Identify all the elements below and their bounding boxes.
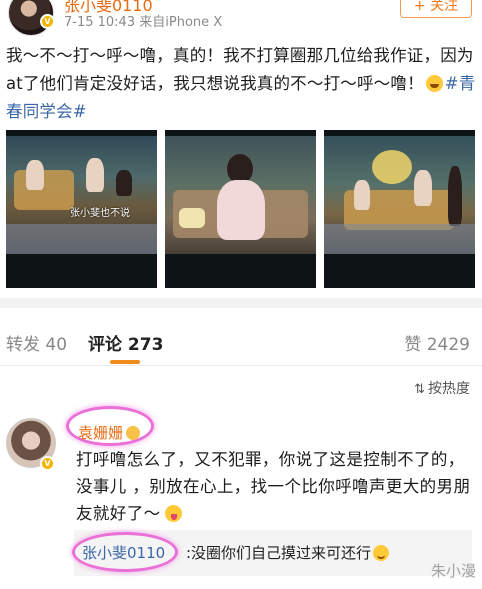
verified-badge-icon: V: [40, 14, 55, 29]
section-divider: [0, 298, 482, 308]
reply-content: :没圈你们自己摸过来可还行: [186, 544, 372, 562]
post-body: 我～不～打～呼～噜，真的！我不打算圈那几位给我作证，因为at了他们肯定没好话，我…: [6, 46, 474, 93]
sofa: [14, 170, 74, 210]
person-body: [217, 180, 265, 240]
interaction-tabs: 转发 40 评论 273 赞 2429: [0, 318, 482, 366]
watermark: 朱小漫: [430, 562, 476, 580]
post-image-2[interactable]: [165, 130, 316, 288]
post-text: 我～不～打～呼～噜，真的！我不打算圈那几位给我作证，因为at了他们肯定没好话，我…: [6, 42, 476, 126]
tab-repost[interactable]: 转发 40: [6, 330, 67, 355]
smile-emoji-icon: [373, 545, 390, 561]
active-tab-indicator: [110, 360, 140, 364]
tab-comment[interactable]: 评论 273: [88, 330, 163, 355]
post-meta: 7-15 10:43 来自iPhone X: [64, 11, 222, 30]
commenter-name[interactable]: 袁姗姗: [78, 422, 141, 443]
post-header: V 张小斐0110 7-15 10:43 来自iPhone X + 关注: [0, 0, 482, 36]
follow-button[interactable]: + 关注: [400, 0, 472, 18]
comment-body: 打呼噜怎么了，又不犯罪，你说了这是控制不了的，没事儿 ，别放在心上，找一个比你呼…: [76, 446, 472, 527]
floor: [324, 224, 475, 254]
post-time: 7-15 10:43: [64, 15, 136, 30]
person: [448, 166, 462, 226]
sort-toggle[interactable]: ⇅ 按热度: [414, 378, 470, 398]
image-strip: 张小斐也不说: [6, 130, 476, 288]
person: [86, 158, 104, 192]
grin-emoji-icon: [425, 75, 443, 92]
post-source: 来自iPhone X: [139, 15, 223, 30]
post-image-1[interactable]: 张小斐也不说: [6, 130, 157, 288]
tab-like[interactable]: 赞 2429: [404, 330, 470, 355]
sort-label: 按热度: [428, 381, 470, 397]
member-badge-icon: [126, 426, 141, 440]
person: [354, 180, 370, 210]
comment-item: V 袁姗姗 打呼噜怎么了，又不犯罪，你说了这是控制不了的，没事儿 ，别放在心上，…: [0, 402, 482, 589]
person: [414, 170, 432, 206]
show-logo: [372, 150, 412, 184]
person: [116, 170, 132, 196]
highlight-circle: [72, 532, 178, 572]
commenter-name-text: 袁姗姗: [78, 424, 124, 442]
verified-badge-icon: V: [40, 456, 55, 471]
tongue-emoji-icon: [164, 505, 182, 522]
person: [26, 160, 44, 190]
pillow: [179, 208, 205, 228]
reply-text: :没圈你们自己摸过来可还行: [186, 542, 390, 563]
subtitle-overlay: 张小斐也不说: [70, 208, 130, 219]
sort-icon: ⇅: [414, 382, 425, 397]
comment-text: 打呼噜怎么了，又不犯罪，你说了这是控制不了的，没事儿 ，别放在心上，找一个比你呼…: [76, 450, 471, 523]
post-image-3[interactable]: [324, 130, 475, 288]
floor: [6, 224, 157, 254]
